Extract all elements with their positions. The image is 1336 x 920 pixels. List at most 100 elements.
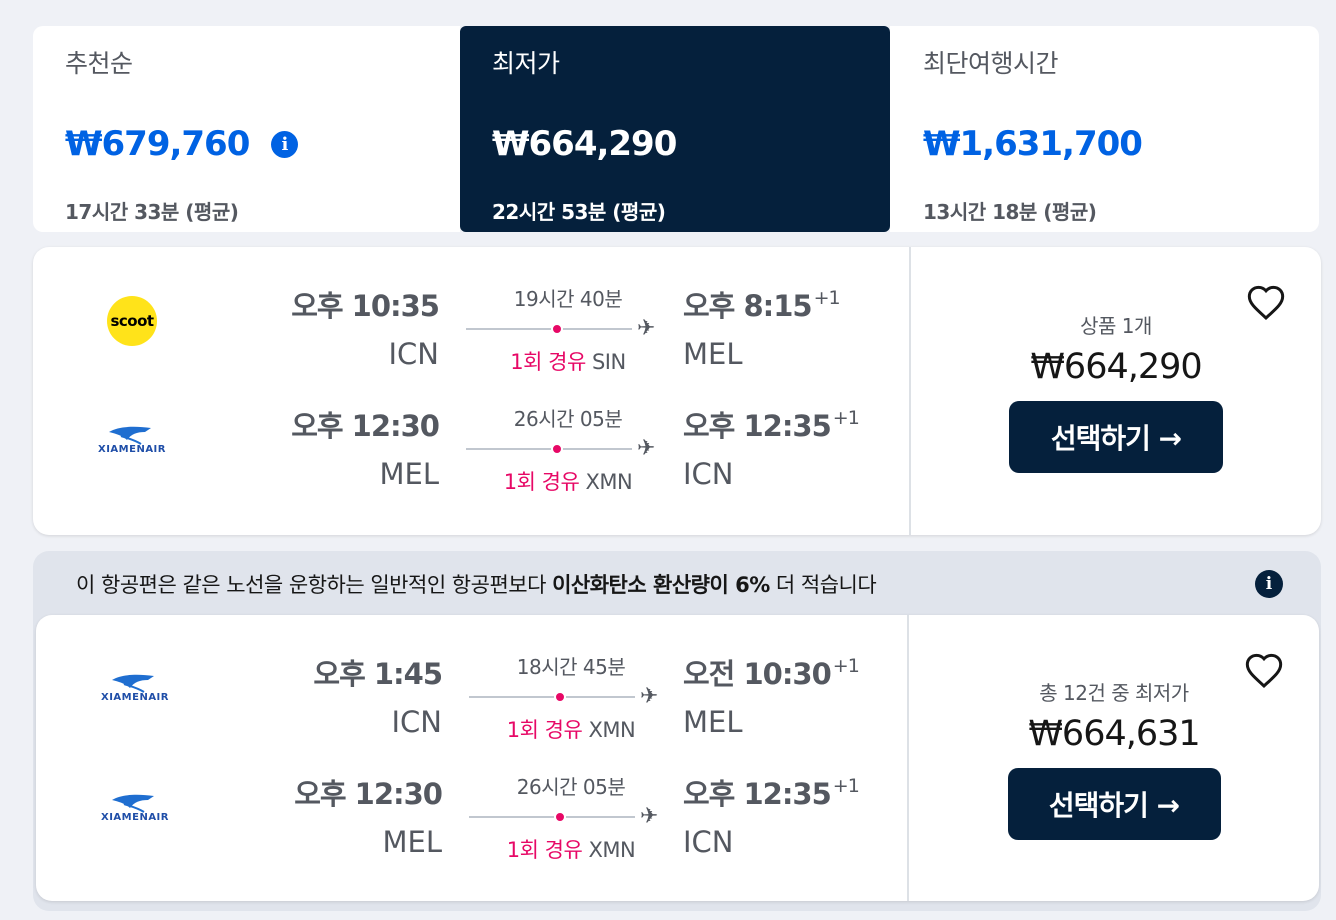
sort-tab-price: ₩664,290	[492, 124, 677, 164]
eco-message: 이 항공편은 같은 노선을 운항하는 일반적인 항공편보다 이산화탄소 환산량이…	[76, 569, 877, 599]
sort-tab-duration: 22시간 53분 (평균)	[492, 200, 666, 224]
select-button[interactable]: 선택하기 →	[1007, 767, 1221, 840]
stop-info: 1회 경유 SIN	[463, 346, 673, 376]
flight-leg-return: XIAMENAIR 오후 12:30 MEL 26시간 05분 ✈ 1회 경유 …	[36, 771, 912, 881]
stop-dot	[551, 323, 563, 335]
arrival: 오전 10:30 +1 MEL	[683, 651, 860, 739]
departure-time: 오후 1:45	[313, 657, 443, 691]
departure-time: 오후 12:30	[291, 409, 440, 443]
sort-tabs: 추천순 ₩679,760 i 17시간 33분 (평균) 최저가 ₩664,29…	[33, 26, 1319, 232]
xiamen-logo-icon: XIAMENAIR	[98, 424, 166, 455]
arrival: 오후 12:35 +1 ICN	[683, 771, 860, 859]
day-offset: +1	[832, 407, 860, 429]
arrival-airport: MEL	[683, 337, 743, 371]
airline-logo-text: scoot	[110, 312, 154, 330]
departure-airport: ICN	[391, 705, 443, 739]
eco-text-after: 더 적습니다	[769, 573, 877, 597]
flight-path: 26시간 05분 ✈ 1회 경유 XMN	[463, 403, 673, 496]
heart-icon[interactable]	[1245, 283, 1287, 323]
departure-airport: MEL	[382, 825, 442, 859]
plane-icon: ✈	[640, 684, 659, 709]
sort-tab-fastest[interactable]: 최단여행시간 ₩1,631,700 13시간 18분 (평균)	[890, 26, 1319, 232]
itinerary-legs: scoot 오후 10:35 ICN 19시간 40분 ✈ 1회 경유 SIN …	[33, 247, 909, 535]
day-offset: +1	[832, 775, 860, 797]
info-icon[interactable]: i	[1255, 570, 1283, 598]
airline-logo-text: XIAMENAIR	[101, 691, 169, 703]
price-section: 상품 1개 ₩664,290 선택하기 →	[911, 247, 1321, 535]
sort-tab-recommended[interactable]: 추천순 ₩679,760 i 17시간 33분 (평균)	[33, 26, 460, 232]
departure: 오후 12:30 MEL	[294, 771, 443, 859]
flight-leg-return: XIAMENAIR 오후 12:30 MEL 26시간 05분 ✈ 1회 경유 …	[33, 403, 909, 513]
sort-tab-price: ₩679,760	[65, 124, 250, 164]
stop-airport: XMN	[585, 470, 633, 494]
plane-icon: ✈	[637, 436, 656, 461]
stop-dot	[551, 443, 563, 455]
departure: 오후 1:45 ICN	[313, 651, 443, 739]
arrival: 오후 8:15 +1 MEL	[683, 283, 841, 371]
stop-count: 1회 경유	[506, 838, 583, 862]
stop-airport: XMN	[588, 838, 636, 862]
sort-tab-cheapest[interactable]: 최저가 ₩664,290 22시간 53분 (평균)	[460, 26, 890, 232]
route-line	[469, 816, 635, 818]
info-icon[interactable]: i	[271, 130, 299, 158]
eco-text-before: 이 항공편은 같은 노선을 운항하는 일반적인 항공편보다	[76, 573, 553, 597]
result-card[interactable]: scoot 오후 10:35 ICN 19시간 40분 ✈ 1회 경유 SIN …	[33, 247, 1321, 535]
xiamen-logo-icon: XIAMENAIR	[101, 792, 169, 823]
stop-count: 1회 경유	[510, 350, 586, 374]
flight-leg-outbound: scoot 오후 10:35 ICN 19시간 40분 ✈ 1회 경유 SIN …	[33, 283, 909, 393]
arrival-time: 오후 8:15 +1	[683, 283, 841, 325]
result-price: ₩664,290	[1030, 346, 1202, 387]
flight-duration: 26시간 05분	[513, 407, 623, 431]
airline-logo-xiamen: XIAMENAIR	[77, 409, 187, 469]
departure-time: 오후 12:30	[294, 777, 443, 811]
sort-tab-duration: 13시간 18분 (평균)	[923, 200, 1097, 224]
arrival-time-value: 오후 12:35	[683, 777, 832, 811]
stop-count: 1회 경유	[503, 470, 580, 494]
arrival-time-value: 오후 12:35	[683, 409, 832, 443]
scoot-logo-icon: scoot	[107, 296, 157, 346]
arrival-time-value: 오후 8:15	[683, 289, 813, 323]
flight-leg-outbound: XIAMENAIR 오후 1:45 ICN 18시간 45분 ✈ 1회 경유 X…	[36, 651, 912, 761]
arrival-time: 오후 12:35 +1	[683, 403, 860, 445]
price-section: 총 12건 중 최저가 ₩664,631 선택하기 →	[909, 615, 1319, 901]
airline-logo-xiamen: XIAMENAIR	[80, 657, 190, 717]
stop-count: 1회 경유	[506, 718, 583, 742]
flight-duration: 26시간 05분	[516, 775, 626, 799]
airline-logo-xiamen: XIAMENAIR	[80, 777, 190, 837]
plane-icon: ✈	[640, 804, 659, 829]
flight-path: 19시간 40분 ✈ 1회 경유 SIN	[463, 283, 673, 376]
arrival-airport: ICN	[683, 825, 734, 859]
arrival: 오후 12:35 +1 ICN	[683, 403, 860, 491]
flight-path: 18시간 45분 ✈ 1회 경유 XMN	[466, 651, 676, 744]
sort-tab-label: 추천순	[65, 49, 133, 78]
stop-airport: XMN	[588, 718, 636, 742]
departure: 오후 12:30 MEL	[291, 403, 440, 491]
heart-icon[interactable]	[1243, 651, 1285, 691]
arrival-time: 오전 10:30 +1	[683, 651, 860, 693]
deal-count: 총 12건 중 최저가	[1039, 680, 1189, 705]
departure-airport: MEL	[379, 457, 439, 491]
plane-icon: ✈	[637, 316, 656, 341]
arrival-airport: ICN	[683, 457, 734, 491]
route-line	[466, 328, 632, 330]
deal-count: 상품 1개	[1080, 313, 1152, 338]
stop-info: 1회 경유 XMN	[466, 834, 676, 864]
flight-duration: 19시간 40분	[513, 287, 623, 311]
sort-tab-label: 최단여행시간	[923, 49, 1059, 78]
route-line	[466, 448, 632, 450]
arrival-time-value: 오전 10:30	[683, 657, 832, 691]
stop-info: 1회 경유 XMN	[463, 466, 673, 496]
sort-tab-price: ₩1,631,700	[923, 124, 1143, 164]
route-line	[469, 696, 635, 698]
flight-duration: 18시간 45분	[516, 655, 626, 679]
sort-tab-duration: 17시간 33분 (평균)	[65, 200, 239, 224]
flight-path: 26시간 05분 ✈ 1회 경유 XMN	[466, 771, 676, 864]
stop-airport: SIN	[591, 350, 626, 374]
arrival-time: 오후 12:35 +1	[683, 771, 860, 813]
day-offset: +1	[832, 655, 860, 677]
departure-time: 오후 10:35	[291, 289, 440, 323]
xiamen-logo-icon: XIAMENAIR	[101, 672, 169, 703]
departure-airport: ICN	[388, 337, 440, 371]
select-button[interactable]: 선택하기 →	[1009, 400, 1223, 473]
result-card[interactable]: XIAMENAIR 오후 1:45 ICN 18시간 45분 ✈ 1회 경유 X…	[36, 615, 1319, 901]
